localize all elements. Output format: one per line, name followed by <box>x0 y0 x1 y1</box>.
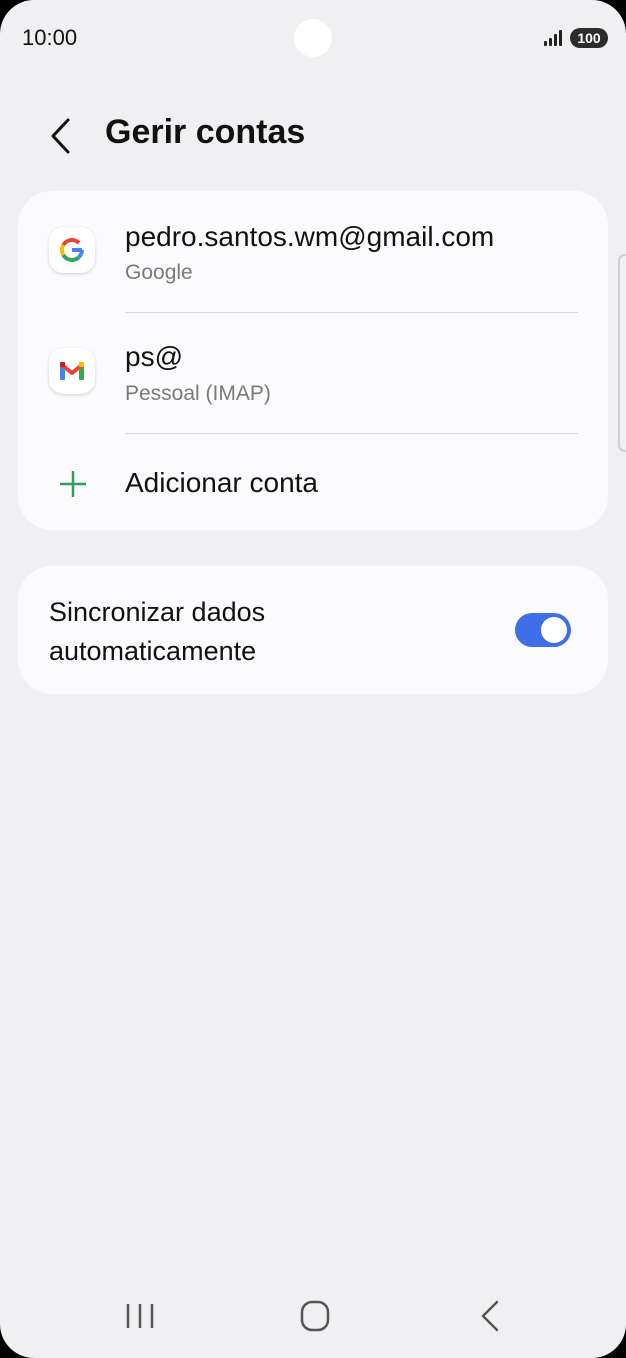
account-row-google[interactable]: pedro.santos.wm@gmail.com Google <box>18 191 608 312</box>
account-row-imap[interactable]: ps@ Pessoal (IMAP) <box>18 313 608 434</box>
signal-icon <box>544 30 564 46</box>
recent-apps-button[interactable] <box>118 1296 162 1336</box>
google-icon <box>49 227 95 273</box>
back-button[interactable] <box>42 114 82 158</box>
account-email: pedro.santos.wm@gmail.com <box>125 221 495 252</box>
scroll-indicator <box>618 254 626 452</box>
nav-back-button[interactable] <box>469 1296 513 1336</box>
accounts-card: pedro.santos.wm@gmail.com Google ps@ Pes… <box>18 191 608 530</box>
sync-label: Sincronizar dados automaticamente <box>49 597 266 666</box>
battery-icon: 100 <box>570 28 608 48</box>
add-account-label: Adicionar conta <box>125 467 319 498</box>
toggle-knob <box>541 617 567 643</box>
account-type: Google <box>125 261 193 284</box>
screen: 10:00 100 Gerir contas pedro.santos.wm@g… <box>0 0 626 1358</box>
account-name: ps@ <box>125 341 183 372</box>
home-button[interactable] <box>293 1296 337 1336</box>
home-icon <box>300 1300 330 1332</box>
back-icon <box>481 1300 499 1332</box>
back-arrow-icon <box>51 118 70 154</box>
front-camera <box>294 19 332 57</box>
sync-card: Sincronizar dados automaticamente <box>18 566 608 694</box>
plus-icon <box>60 471 86 497</box>
page-title: Gerir contas <box>105 113 306 151</box>
gmail-icon <box>49 348 95 394</box>
status-time: 10:00 <box>22 25 78 50</box>
recent-apps-icon <box>126 1304 154 1328</box>
sync-toggle[interactable] <box>515 613 571 647</box>
add-account-button[interactable]: Adicionar conta <box>18 434 608 530</box>
account-type: Pessoal (IMAP) <box>125 382 271 405</box>
